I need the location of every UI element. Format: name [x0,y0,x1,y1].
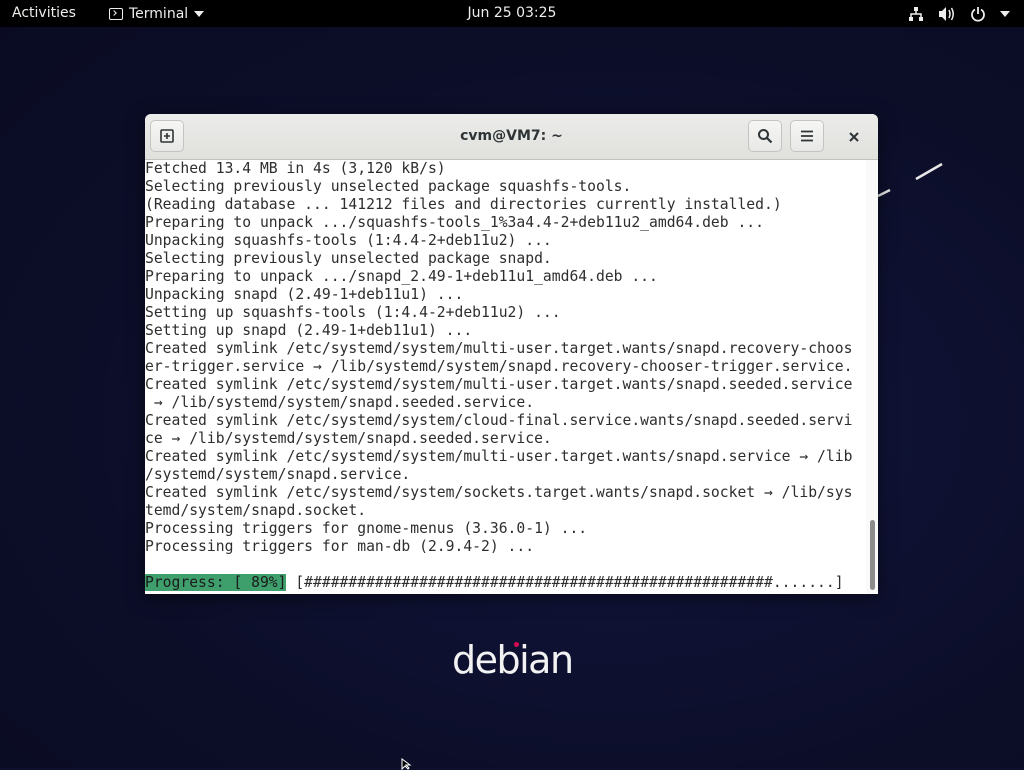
terminal-line: Processing triggers for man-db (2.9.4-2)… [145,538,535,555]
terminal-line: er-trigger.service → /lib/systemd/system… [145,358,853,375]
system-menu-caret-icon[interactable] [1000,10,1010,17]
system-tray[interactable] [908,0,1010,27]
window-headerbar[interactable]: cvm@VM7: ~ [145,114,878,160]
terminal-app-icon [109,7,123,20]
search-button[interactable] [748,120,782,152]
new-tab-button[interactable] [150,120,184,152]
debian-logo: debian [452,636,574,684]
terminal-scrollbar[interactable] [866,160,878,594]
terminal-line: Created symlink /etc/systemd/system/sock… [145,484,853,501]
progress-label: Progress: [ 89%] [145,574,287,591]
power-icon[interactable] [970,6,986,22]
scrollbar-thumb[interactable] [870,520,875,590]
wallpaper-line-decoration [878,162,943,198]
debian-logo-text: debian [452,638,574,682]
activities-button[interactable]: Activities [12,0,76,27]
terminal-line: Preparing to unpack .../squashfs-tools_1… [145,214,764,231]
progress-bar-text: [#######################################… [286,574,844,591]
datetime-button[interactable]: Jun 25 03:25 [468,5,557,21]
terminal-line: Created symlink /etc/systemd/system/clou… [145,412,853,429]
terminal-line: Created symlink /etc/systemd/system/mult… [145,376,853,393]
terminal-line: temd/system/snapd.socket. [145,502,367,519]
terminal-line: Fetched 13.4 MB in 4s (3,120 kB/s) [145,160,446,177]
terminal-window[interactable]: cvm@VM7: ~ Fetched 13.4 MB in 4s (3,120 … [145,114,878,594]
terminal-line: (Reading database ... 141212 files and d… [145,196,782,213]
terminal-line: Processing triggers for gnome-menus (3.3… [145,520,588,537]
hamburger-menu-icon [801,130,813,142]
progress-line: Progress: [ 89%] [######################… [145,574,866,592]
chevron-down-icon [194,10,205,17]
terminal-line: Selecting previously unselected package … [145,250,552,267]
terminal-line: Setting up snapd (2.49-1+deb11u1) ... [145,322,473,339]
debian-logo-dot [514,642,519,647]
terminal-lines: Fetched 13.4 MB in 4s (3,120 kB/s) Select… [145,160,866,574]
terminal-line: ce → /lib/systemd/system/snapd.seeded.se… [145,430,552,447]
search-icon [758,129,773,144]
top-bar: Activities Terminal Jun 25 03:25 [0,0,1024,27]
new-tab-icon [160,129,174,143]
volume-icon[interactable] [938,6,956,22]
close-icon [849,132,859,142]
app-menu-label: Terminal [129,5,189,22]
menu-button[interactable] [790,120,824,152]
terminal-line: Setting up squashfs-tools (1:4.4-2+deb11… [145,304,561,321]
network-icon[interactable] [908,6,924,22]
terminal-line: Created symlink /etc/systemd/system/mult… [145,448,853,465]
terminal-line: Unpacking squashfs-tools (1:4.4-2+deb11u… [145,232,552,249]
terminal-output[interactable]: Fetched 13.4 MB in 4s (3,120 kB/s) Select… [145,160,866,594]
close-button[interactable] [838,123,870,151]
terminal-line: Unpacking snapd (2.49-1+deb11u1) ... [145,286,464,303]
terminal-line: /systemd/system/snapd.service. [145,466,411,483]
terminal-line: Created symlink /etc/systemd/system/mult… [145,340,853,357]
app-menu-button[interactable]: Terminal [109,0,205,27]
mouse-pointer-icon [401,758,412,770]
terminal-line: → /lib/systemd/system/snapd.seeded.servi… [145,394,535,411]
terminal-line: Preparing to unpack .../snapd_2.49-1+deb… [145,268,658,285]
terminal-line: Selecting previously unselected package … [145,178,632,195]
